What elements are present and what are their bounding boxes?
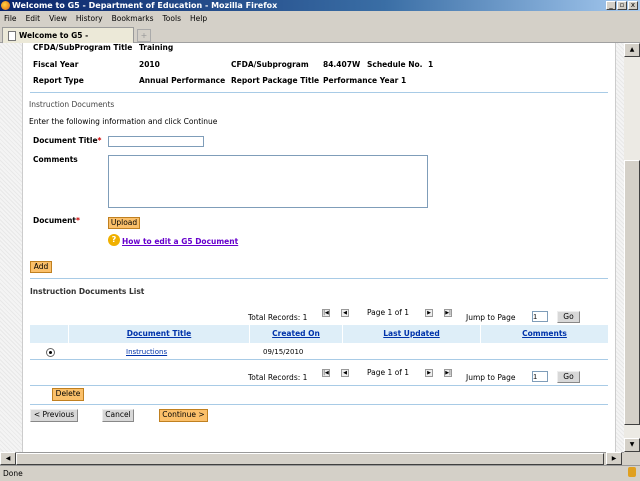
column-created-on[interactable]: Created On xyxy=(250,325,342,343)
select-column-header xyxy=(30,325,68,343)
add-button[interactable]: Add xyxy=(30,261,52,273)
menu-bookmarks[interactable]: Bookmarks xyxy=(112,11,154,26)
scroll-up-arrow[interactable]: ▲ xyxy=(624,43,640,57)
document-label: Document* xyxy=(33,216,80,225)
firefox-icon xyxy=(1,1,10,10)
jump-page-input[interactable] xyxy=(532,311,548,322)
cancel-button[interactable]: Cancel xyxy=(102,409,134,422)
package-label: Report Package Title xyxy=(231,76,320,85)
delete-button[interactable]: Delete xyxy=(52,388,84,401)
help-icon: ? xyxy=(108,234,120,246)
status-bar: Done xyxy=(0,465,640,480)
prev-page-icon[interactable]: ◀ xyxy=(341,309,349,317)
column-comments[interactable]: Comments xyxy=(481,325,608,343)
page-info: Page 1 of 1 xyxy=(367,308,410,317)
menu-edit[interactable]: Edit xyxy=(26,11,41,26)
document-link[interactable]: Instructions xyxy=(126,348,167,356)
new-tab-button[interactable]: + xyxy=(137,29,151,42)
previous-button[interactable]: < Previous xyxy=(30,409,78,422)
comments-textarea[interactable] xyxy=(108,155,428,208)
status-text: Done xyxy=(3,469,23,478)
lock-icon xyxy=(628,467,636,477)
comments-label: Comments xyxy=(33,155,78,164)
document-title-input[interactable] xyxy=(108,136,204,147)
report-type-label: Report Type xyxy=(33,76,84,85)
divider xyxy=(30,385,608,386)
cfda-value: 84.407W xyxy=(323,60,361,69)
cfda-title-label: CFDA/SubProgram Title xyxy=(33,43,133,52)
required-marker: * xyxy=(76,216,80,225)
last-page-icon[interactable]: ▶| xyxy=(444,309,452,317)
divider xyxy=(30,278,608,279)
content-panel: CFDA/SubProgram Title Training Fiscal Ye… xyxy=(22,43,616,452)
required-marker: * xyxy=(97,136,102,145)
first-page-icon[interactable]: |◀ xyxy=(322,369,330,377)
fiscal-year-value: 2010 xyxy=(139,60,160,69)
go-button[interactable]: Go xyxy=(557,371,580,383)
column-document-title[interactable]: Document Title xyxy=(69,325,249,343)
jump-label: Jump to Page xyxy=(466,313,516,322)
first-page-icon[interactable]: |◀ xyxy=(322,309,330,317)
divider xyxy=(30,92,608,93)
schedule-label: Schedule No. xyxy=(367,60,423,69)
scroll-left-arrow[interactable]: ◀ xyxy=(0,452,16,465)
page-info: Page 1 of 1 xyxy=(367,368,410,377)
page-icon xyxy=(8,31,16,41)
schedule-value: 1 xyxy=(428,60,434,69)
row-radio[interactable] xyxy=(46,348,55,357)
menu-file[interactable]: File xyxy=(4,11,17,26)
help-link[interactable]: How to edit a G5 Document xyxy=(122,237,238,246)
horizontal-scroll-thumb[interactable] xyxy=(16,453,604,465)
title-bar: Welcome to G5 - Department of Education … xyxy=(0,0,640,11)
minimize-button[interactable]: _ xyxy=(606,1,616,10)
cfda-title-value: Training xyxy=(139,43,174,52)
menu-tools[interactable]: Tools xyxy=(163,11,181,26)
menu-history[interactable]: History xyxy=(76,11,103,26)
menu-view[interactable]: View xyxy=(49,11,67,26)
upload-button[interactable]: Upload xyxy=(108,217,140,229)
next-page-icon[interactable]: ▶ xyxy=(425,369,433,377)
page-content: CFDA/SubProgram Title Training Fiscal Ye… xyxy=(0,43,624,452)
maximize-button[interactable]: ▫ xyxy=(617,1,627,10)
scroll-down-arrow[interactable]: ▼ xyxy=(624,438,640,452)
last-page-icon[interactable]: ▶| xyxy=(444,369,452,377)
tab-welcome[interactable]: Welcome to G5 - Department of Edu... xyxy=(2,27,134,55)
scroll-right-arrow[interactable]: ▶ xyxy=(606,452,622,465)
jump-label: Jump to Page xyxy=(466,373,516,382)
created-on-cell: 09/15/2010 xyxy=(263,348,304,356)
continue-button[interactable]: Continue > xyxy=(159,409,208,422)
prev-page-icon[interactable]: ◀ xyxy=(341,369,349,377)
jump-page-input[interactable] xyxy=(532,371,548,382)
total-records: Total Records: 1 xyxy=(248,373,308,382)
fiscal-year-label: Fiscal Year xyxy=(33,60,79,69)
document-title-label: Document Title* xyxy=(33,136,102,145)
column-last-updated[interactable]: Last Updated xyxy=(343,325,480,343)
close-button[interactable]: x xyxy=(628,1,638,10)
package-value: Performance Year 1 xyxy=(323,76,407,85)
menu-bar: File Edit View History Bookmarks Tools H… xyxy=(0,11,640,26)
report-type-value: Annual Performance xyxy=(139,76,226,85)
table-row: Instructions 09/15/2010 xyxy=(30,343,608,360)
go-button[interactable]: Go xyxy=(557,311,580,323)
divider xyxy=(30,404,608,405)
cfda-label: CFDA/Subprogram xyxy=(231,60,309,69)
menu-help[interactable]: Help xyxy=(190,11,207,26)
total-records: Total Records: 1 xyxy=(248,313,308,322)
instructions-text: Enter the following information and clic… xyxy=(29,117,218,126)
window-title: Welcome to G5 - Department of Education … xyxy=(12,1,278,10)
list-title: Instruction Documents List xyxy=(30,287,145,296)
next-page-icon[interactable]: ▶ xyxy=(425,309,433,317)
section-title: Instruction Documents xyxy=(29,100,115,109)
vertical-scroll-thumb[interactable] xyxy=(624,160,640,425)
